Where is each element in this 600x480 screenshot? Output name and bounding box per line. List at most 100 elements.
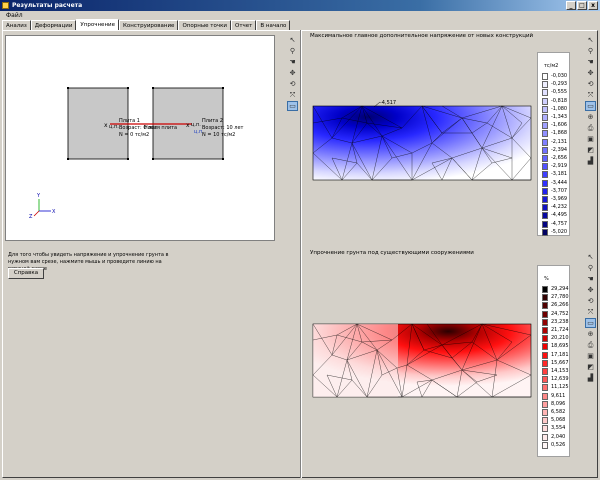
rotate-3d-icon[interactable]: ⟲	[585, 79, 596, 89]
select-frame-icon[interactable]: ▭	[287, 101, 298, 111]
save-icon[interactable]: ▣	[585, 134, 596, 144]
stress-legend-value: -5,020	[551, 228, 568, 235]
eraser-icon[interactable]: ◩	[585, 145, 596, 155]
hardening-legend-value: 14,153	[551, 368, 569, 374]
hardening-legend-value: 12,639	[551, 376, 569, 383]
chart-icon[interactable]: ▟	[585, 373, 596, 383]
fit-icon[interactable]: ⤧	[585, 90, 596, 100]
fit-icon[interactable]: ⤧	[585, 307, 596, 317]
stress-legend-swatch	[542, 212, 548, 220]
move-icon[interactable]: ✥	[585, 68, 596, 78]
printer-icon[interactable]: ⎙	[585, 340, 596, 350]
menu-file[interactable]: Файл	[4, 12, 25, 19]
new-plate-label: Новая плита	[144, 125, 177, 131]
tab-home[interactable]: В начало	[256, 20, 291, 30]
hardening-legend-row: 3,554	[542, 425, 565, 433]
stress-legend-row: -0,555	[542, 89, 567, 97]
tab-analysis[interactable]: Анализ	[2, 20, 31, 30]
close-button[interactable]: x	[588, 1, 598, 10]
plate-2-name: Плита 2	[202, 118, 223, 124]
zoom-icon[interactable]: ⚲	[585, 263, 596, 273]
eraser-icon[interactable]: ◩	[585, 362, 596, 372]
stress-legend-row: -1,343	[542, 114, 567, 121]
pointer-icon[interactable]: ↖	[287, 35, 298, 45]
hardening-legend-swatch	[542, 441, 548, 449]
hardening-contour-plot[interactable]	[312, 320, 534, 398]
stress-legend-value: -3,707	[551, 187, 568, 194]
printer-icon[interactable]: ⎙	[585, 123, 596, 133]
stress-legend-swatch	[542, 204, 548, 212]
tab-report[interactable]: Отчет	[231, 20, 257, 30]
hardening-legend-value: 21,724	[551, 327, 569, 333]
hardening-legend-swatch	[542, 302, 548, 310]
hardening-legend-row: 26,266	[542, 302, 569, 310]
stress-legend-row: -5,020	[542, 228, 568, 236]
hardening-legend-value: 0,526	[551, 441, 566, 448]
maximize-button[interactable]: □	[577, 1, 587, 10]
select-frame-icon[interactable]: ▭	[585, 318, 596, 328]
move-icon[interactable]: ✥	[287, 68, 298, 78]
tab-support-points[interactable]: Опорные точки	[178, 20, 232, 30]
stress-legend-row: -2,656	[542, 155, 567, 162]
stress-legend-row: -3,444	[542, 179, 567, 187]
pointer-icon[interactable]: ↖	[585, 252, 596, 262]
zoom-icon[interactable]: ⚲	[287, 46, 298, 56]
stress-legend-row: -4,495	[542, 212, 567, 220]
stress-legend: тс/м2 -0,030 -0,293 -0,555 -0,818 -1,080 -1,3…	[537, 52, 570, 236]
stress-legend-row: -1,868	[542, 130, 567, 138]
stress-legend-row: -4,757	[542, 220, 567, 228]
scheme-toolbar: ↖ ⚲ ☚ ✥ ⟲ ⤧ ▭	[287, 35, 299, 111]
axis-x-label: X	[52, 209, 56, 215]
hardening-legend-value: 24,752	[551, 310, 569, 317]
move-icon[interactable]: ✥	[585, 285, 596, 295]
pointer-icon[interactable]: ↖	[585, 35, 596, 45]
hardening-legend-row: 24,752	[542, 310, 569, 318]
stress-legend-swatch	[542, 81, 548, 89]
stress-legend-swatch	[542, 122, 548, 130]
stress-legend-row: -4,232	[542, 204, 567, 212]
tab-deformations[interactable]: Деформации	[30, 20, 77, 30]
fit-icon[interactable]: ⤧	[287, 90, 298, 100]
tab-design[interactable]: Конструирование	[119, 20, 179, 30]
stress-legend-swatch	[542, 196, 548, 203]
hardening-legend-row: 21,724	[542, 327, 569, 334]
chart-icon[interactable]: ▟	[585, 156, 596, 166]
panel-splitter[interactable]	[300, 30, 302, 478]
hardening-legend-swatch	[542, 294, 548, 302]
zoom-in-icon[interactable]: ⊕	[585, 329, 596, 339]
scheme-canvas[interactable]: x ц.п. x ц.п. ц.п. Плита 1 Возраст: 0 ле…	[5, 35, 275, 241]
stress-legend-row: -3,181	[542, 171, 567, 179]
minimize-button[interactable]: _	[566, 1, 576, 10]
hardening-legend-value: 29,294	[551, 286, 569, 292]
hardening-legend-row: 2,040	[542, 433, 565, 441]
stress-legend-value: -0,293	[551, 81, 568, 88]
stress-legend-swatch	[542, 97, 548, 105]
stress-legend-value: -2,656	[551, 155, 568, 161]
zoom-icon[interactable]: ⚲	[585, 46, 596, 56]
hardening-legend-value: 11,125	[551, 384, 569, 391]
hardening-legend-swatch	[542, 327, 548, 334]
stress-legend-swatch	[542, 73, 548, 80]
help-button[interactable]: Справка	[8, 268, 44, 279]
hardening-legend-row: 5,068	[542, 417, 566, 425]
hardening-toolbar: ↖ ⚲ ☚ ✥ ⟲ ⤧ ▭ ⊕ ⎙ ▣ ◩ ▟	[585, 252, 597, 383]
pan-hand-icon[interactable]: ☚	[585, 57, 596, 67]
save-icon[interactable]: ▣	[585, 351, 596, 361]
rotate-3d-icon[interactable]: ⟲	[585, 296, 596, 306]
rotate-3d-icon[interactable]: ⟲	[287, 79, 298, 89]
hardening-legend-row: 14,153	[542, 368, 569, 375]
hardening-legend-swatch	[542, 368, 548, 375]
zoom-in-icon[interactable]: ⊕	[585, 112, 596, 122]
tab-hardening[interactable]: Упрочнение	[76, 19, 119, 30]
pan-hand-icon[interactable]: ☚	[287, 57, 298, 67]
pan-hand-icon[interactable]: ☚	[585, 274, 596, 284]
hardening-legend-value: 5,068	[551, 417, 566, 424]
stress-legend-row: -2,919	[542, 163, 567, 171]
hardening-legend-row: 23,238	[542, 318, 569, 326]
stress-contour-plot[interactable]: -4,517	[312, 98, 534, 182]
app-icon	[2, 2, 9, 9]
stress-legend-row: -3,969	[542, 196, 567, 203]
hardening-legend-value: 17,181	[551, 351, 569, 358]
select-frame-icon[interactable]: ▭	[585, 101, 596, 111]
axis-y-label: Y	[36, 193, 41, 199]
